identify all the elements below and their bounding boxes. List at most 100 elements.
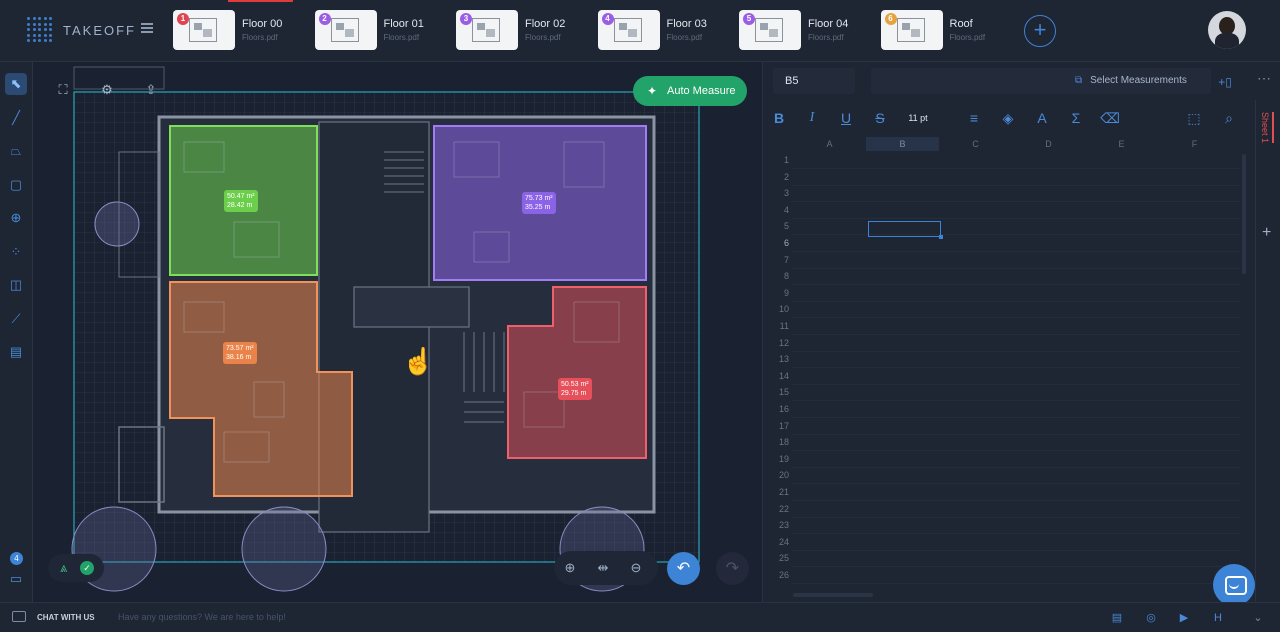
undo-button[interactable]: ↶ bbox=[667, 552, 700, 585]
text-color-icon[interactable]: A bbox=[1032, 108, 1052, 128]
tab-page-5[interactable]: 5 Floor 04 Floors.pdf bbox=[739, 10, 874, 50]
add-column-icon[interactable]: +▯ bbox=[1215, 72, 1235, 92]
eraser-icon[interactable]: ⌫ bbox=[1100, 108, 1120, 128]
sheet-tab-1[interactable]: Sheet 1 bbox=[1260, 112, 1274, 144]
row-header-13[interactable]: 13 bbox=[765, 354, 789, 364]
row-header-11[interactable]: 11 bbox=[765, 321, 789, 331]
fit-width-icon[interactable]: ⇹ bbox=[593, 558, 613, 578]
row-header-22[interactable]: 22 bbox=[765, 504, 789, 514]
settings-icon[interactable]: ⚙ bbox=[93, 76, 121, 104]
row-header-18[interactable]: 18 bbox=[765, 437, 789, 447]
select-tool-icon[interactable]: ⬉ bbox=[5, 73, 27, 95]
user-avatar[interactable] bbox=[1208, 11, 1246, 49]
row-header-23[interactable]: 23 bbox=[765, 520, 789, 530]
floor-plan-drawing bbox=[71, 66, 700, 592]
row-header-2[interactable]: 2 bbox=[765, 172, 789, 182]
row-header-15[interactable]: 15 bbox=[765, 387, 789, 397]
column-header-f[interactable]: F bbox=[1158, 137, 1231, 151]
page-name: Floor 01 bbox=[383, 18, 424, 30]
notification-count-badge[interactable]: 4 bbox=[10, 552, 23, 565]
font-size-select[interactable]: 11 pt bbox=[903, 108, 933, 128]
note-tool-icon[interactable]: ◫ bbox=[5, 274, 27, 296]
zoom-out-icon[interactable]: ⊖ bbox=[626, 558, 646, 578]
row-header-4[interactable]: 4 bbox=[765, 205, 789, 215]
app-logo[interactable]: TAKEOFF bbox=[27, 17, 136, 43]
purple-room-measurement-label[interactable]: 75.73 m² 35.25 m bbox=[522, 192, 556, 214]
row-header-6[interactable]: 6 bbox=[765, 238, 789, 248]
row-header-20[interactable]: 20 bbox=[765, 470, 789, 480]
cell-reference-box[interactable]: B5 bbox=[773, 68, 855, 94]
row-header-14[interactable]: 14 bbox=[765, 371, 789, 381]
more-options-icon[interactable]: ⋯ bbox=[1257, 70, 1271, 87]
row-header-25[interactable]: 25 bbox=[765, 553, 789, 563]
column-header-c[interactable]: C bbox=[939, 137, 1012, 151]
zoom-in-icon[interactable]: ⊕ bbox=[560, 558, 580, 578]
row-header-21[interactable]: 21 bbox=[765, 487, 789, 497]
monitor-icon[interactable]: ▭ bbox=[5, 568, 27, 590]
row-header-9[interactable]: 9 bbox=[765, 288, 789, 298]
chevron-down-icon[interactable]: ⌄ bbox=[1250, 610, 1266, 626]
row-header-19[interactable]: 19 bbox=[765, 454, 789, 464]
tab-page-3[interactable]: 3 Floor 02 Floors.pdf bbox=[456, 10, 591, 50]
row-header-7[interactable]: 7 bbox=[765, 255, 789, 265]
strikethrough-icon[interactable]: S bbox=[870, 108, 890, 128]
document-icon[interactable]: ▤ bbox=[1109, 610, 1125, 626]
drawing-canvas[interactable]: 50.47 m² 28.42 m 75.73 m² 35.25 m 73.57 m² 38… bbox=[34, 62, 762, 602]
ruler-tool-icon[interactable]: ⟋ bbox=[5, 308, 27, 330]
row-header-1[interactable]: 1 bbox=[765, 155, 789, 165]
chat-support-icon[interactable] bbox=[1213, 564, 1255, 606]
row-header-24[interactable]: 24 bbox=[765, 537, 789, 547]
paint-format-icon[interactable]: ⬚ bbox=[1184, 108, 1204, 128]
row-header-17[interactable]: 17 bbox=[765, 421, 789, 431]
fullscreen-icon[interactable]: ⛶ bbox=[49, 76, 77, 104]
share-icon[interactable]: ⇪ bbox=[137, 76, 165, 104]
row-header-26[interactable]: 26 bbox=[765, 570, 789, 580]
row-header-12[interactable]: 12 bbox=[765, 338, 789, 348]
horizontal-scrollbar[interactable] bbox=[793, 593, 873, 597]
green-room-measurement-label[interactable]: 50.47 m² 28.42 m bbox=[224, 190, 258, 212]
tab-page-1[interactable]: 1 Floor 00 Floors.pdf bbox=[173, 10, 308, 50]
row-header-5[interactable]: 5 bbox=[765, 221, 789, 231]
tab-page-6[interactable]: 6 Roof Floors.pdf bbox=[880, 10, 1016, 50]
redo-button[interactable]: ↷ bbox=[716, 552, 749, 585]
underline-icon[interactable]: U bbox=[836, 108, 856, 128]
sum-icon[interactable]: Σ bbox=[1066, 108, 1086, 128]
align-icon[interactable]: ≡ bbox=[964, 108, 984, 128]
column-header-d[interactable]: D bbox=[1012, 137, 1085, 151]
chat-with-us-label[interactable]: CHAT WITH US bbox=[37, 613, 95, 622]
add-page-button[interactable]: + bbox=[1024, 15, 1056, 47]
polygon-tool-icon[interactable]: ⏢ bbox=[5, 140, 27, 162]
selected-cell[interactable] bbox=[868, 221, 943, 239]
count-tool-icon[interactable]: ⁘ bbox=[5, 241, 27, 263]
notes-book-tool-icon[interactable]: ▤ bbox=[5, 341, 27, 363]
column-header-e[interactable]: E bbox=[1085, 137, 1158, 151]
auto-measure-button[interactable]: ✦ Auto Measure bbox=[633, 76, 747, 106]
tab-page-2[interactable]: 2 Floor 01 Floors.pdf bbox=[314, 10, 450, 50]
search-area-tool-icon[interactable]: ⊕ bbox=[5, 207, 27, 229]
support-icon[interactable]: ◎ bbox=[1143, 610, 1159, 626]
chat-icon[interactable] bbox=[12, 611, 26, 622]
red-room-measurement-label[interactable]: 50.53 m² 29.75 m bbox=[558, 378, 592, 400]
select-measurements-button[interactable]: ⧉ Select Measurements bbox=[1075, 68, 1187, 94]
row-header-8[interactable]: 8 bbox=[765, 271, 789, 281]
tab-page-4[interactable]: 4 Floor 03 Floors.pdf bbox=[597, 10, 733, 50]
line-tool-icon[interactable]: ╱ bbox=[5, 107, 27, 129]
video-icon[interactable]: ▶ bbox=[1176, 610, 1192, 626]
vertical-scrollbar[interactable] bbox=[1242, 154, 1246, 274]
column-header-b[interactable]: B bbox=[866, 137, 939, 151]
status-indicator[interactable]: ⩓ ✓ bbox=[48, 554, 104, 582]
row-header-16[interactable]: 16 bbox=[765, 404, 789, 414]
add-sheet-icon[interactable]: + bbox=[1262, 224, 1271, 242]
row-header-10[interactable]: 10 bbox=[765, 304, 789, 314]
italic-icon[interactable]: I bbox=[802, 108, 822, 128]
help-icon[interactable]: H bbox=[1210, 610, 1226, 626]
fill-color-icon[interactable]: ◈ bbox=[998, 108, 1018, 128]
orange-room-measurement-label[interactable]: 73.57 m² 38.16 m bbox=[223, 342, 257, 364]
rectangle-tool-icon[interactable]: ▢ bbox=[5, 174, 27, 196]
menu-icon[interactable] bbox=[141, 23, 153, 33]
search-icon[interactable]: ⌕ bbox=[1219, 108, 1239, 128]
page-file: Floors.pdf bbox=[525, 33, 561, 42]
bold-icon[interactable]: B bbox=[769, 108, 789, 128]
row-header-3[interactable]: 3 bbox=[765, 188, 789, 198]
column-header-a[interactable]: A bbox=[793, 137, 866, 151]
